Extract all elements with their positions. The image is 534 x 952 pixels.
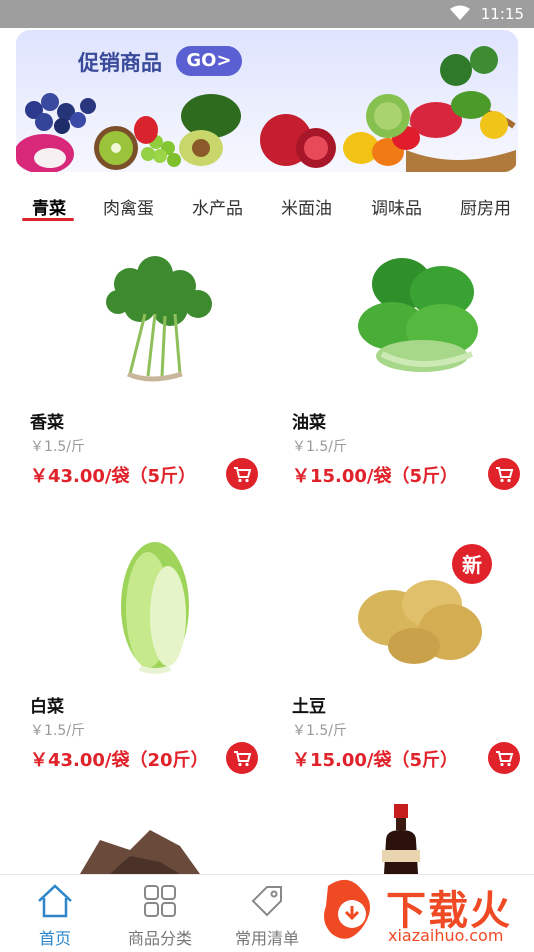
product-card[interactable]: 白菜 ￥1.5/斤 ￥43.00/袋（20斤） [30, 528, 280, 798]
product-name: 香菜 [30, 413, 64, 433]
product-name: 土豆 [292, 697, 326, 717]
product-unit-price: ￥1.5/斤 [292, 439, 347, 455]
promo-banner[interactable]: 促销商品 GO> [16, 30, 518, 172]
tab-kitchen[interactable]: 厨房用 [460, 194, 512, 219]
strawberry-image [134, 116, 158, 144]
tag-icon [251, 886, 282, 917]
nav-home[interactable]: 首页 [0, 875, 110, 950]
avocado-image [181, 94, 241, 138]
cart-icon [234, 467, 252, 483]
product-name: 白菜 [30, 697, 64, 717]
product-price: ￥43.00/袋（5斤） [30, 466, 197, 487]
blueberries-image [25, 93, 96, 134]
add-to-cart-button[interactable] [226, 742, 258, 774]
tab-seafood[interactable]: 水产品 [192, 194, 243, 219]
add-to-cart-button[interactable] [226, 458, 258, 490]
status-time: 11:15 [480, 5, 524, 23]
basket-image [406, 150, 516, 172]
product-price: ￥43.00/袋（20斤） [30, 750, 209, 771]
home-icon [38, 884, 72, 918]
cart-icon [234, 751, 252, 767]
cart-icon [496, 751, 514, 767]
product-image-partial [80, 830, 200, 874]
product-card[interactable]: 油菜 ￥1.5/斤 ￥15.00/袋（5斤） [292, 244, 534, 514]
add-to-cart-button[interactable] [488, 458, 520, 490]
product-price: ￥15.00/袋（5斤） [292, 750, 459, 771]
product-unit-price: ￥1.5/斤 [30, 439, 85, 455]
tab-seasoning[interactable]: 调味品 [371, 194, 422, 219]
potato-image: 新 [358, 544, 492, 664]
watermark: 下载火 xiazaihuo.com [318, 876, 532, 948]
status-bar: 11:15 [0, 0, 534, 28]
cart-icon [496, 467, 514, 483]
napa-cabbage-image [121, 542, 189, 674]
nav-categories[interactable]: 商品分类 [105, 875, 215, 950]
product-unit-price: ￥1.5/斤 [30, 723, 85, 739]
cilantro-image [106, 256, 212, 382]
watermark-url: xiazaihuo.com [388, 926, 504, 945]
product-name: 油菜 [292, 413, 326, 433]
active-tab-indicator [22, 218, 74, 221]
bok-choy-image [358, 258, 478, 372]
nav-lists-label: 常用清单 [234, 929, 299, 948]
tab-vegetables[interactable]: 青菜 [32, 194, 66, 219]
product-card[interactable]: 香菜 ￥1.5/斤 ￥43.00/袋（5斤） [30, 244, 280, 514]
grid-icon [144, 885, 176, 917]
tab-meat-poultry-eggs[interactable]: 肉禽蛋 [103, 194, 154, 219]
category-tabs: 青菜 肉禽蛋 水产品 米面油 调味品 厨房用 [0, 188, 534, 228]
svg-text:新: 新 [462, 553, 482, 577]
add-to-cart-button[interactable] [488, 742, 520, 774]
product-price: ￥15.00/袋（5斤） [292, 466, 459, 487]
fruit-vegetable-illustration [16, 46, 516, 172]
wifi-icon [450, 5, 470, 20]
nav-home-label: 首页 [38, 929, 71, 948]
nav-lists[interactable]: 常用清单 [212, 875, 322, 950]
product-card[interactable]: 新 土豆 ￥1.5/斤 ￥15.00/袋（5斤） [292, 528, 534, 798]
tab-rice-flour-oil[interactable]: 米面油 [281, 194, 332, 219]
soy-sauce-image-partial [382, 804, 420, 874]
nav-categories-label: 商品分类 [127, 929, 192, 948]
product-unit-price: ￥1.5/斤 [292, 723, 347, 739]
